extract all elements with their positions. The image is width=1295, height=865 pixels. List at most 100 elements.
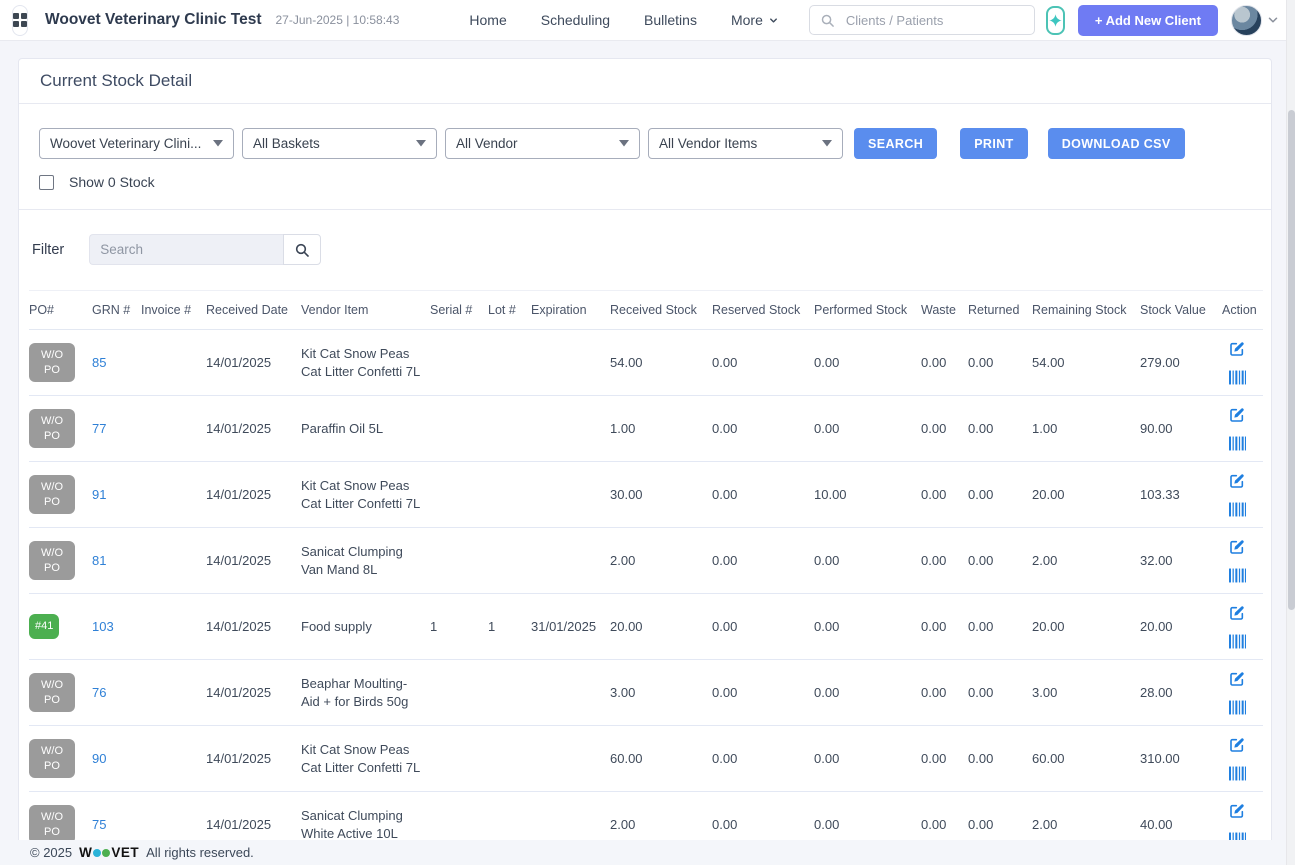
lot-cell [488, 462, 531, 528]
barcode-button[interactable] [1229, 634, 1246, 649]
po-badge: W/O PO [29, 475, 75, 514]
returned-cell: 0.00 [968, 726, 1032, 792]
expiration-cell [531, 396, 610, 462]
user-menu-chevron[interactable] [1266, 13, 1280, 27]
chevron-down-icon [768, 15, 779, 26]
user-avatar[interactable] [1231, 5, 1262, 36]
edit-button[interactable] [1229, 671, 1245, 687]
barcode-button[interactable] [1229, 766, 1246, 781]
remaining-stock-cell: 20.00 [1032, 594, 1140, 660]
vendor-items-select[interactable]: All Vendor Items [648, 128, 843, 159]
app-header: Woovet Veterinary Clinic Test 27-Jun-202… [0, 0, 1295, 41]
edit-icon [1229, 407, 1245, 423]
po-badge: W/O PO [29, 541, 75, 580]
show-zero-stock-label: Show 0 Stock [69, 174, 155, 190]
edit-button[interactable] [1229, 407, 1245, 423]
vendor-item-cell: Kit Cat Snow Peas Cat Litter Confetti 7L [301, 726, 430, 792]
waste-cell: 0.00 [921, 594, 968, 660]
sparkle-button[interactable] [1046, 6, 1065, 35]
clinic-select[interactable]: Woovet Veterinary Clini... [39, 128, 234, 159]
edit-icon [1229, 473, 1245, 489]
remaining-stock-cell: 60.00 [1032, 726, 1140, 792]
received-date-cell: 14/01/2025 [206, 594, 301, 660]
table-row: W/O PO 81 14/01/2025 Sanicat Clumping Va… [29, 528, 1263, 594]
filter-label: Filter [32, 242, 64, 258]
show-zero-stock-checkbox[interactable] [39, 175, 54, 190]
stock-value-cell: 310.00 [1140, 726, 1222, 792]
edit-icon [1229, 671, 1245, 687]
invoice-cell [141, 528, 206, 594]
show-zero-stock-toggle[interactable]: Show 0 Stock [39, 174, 155, 190]
grn-link[interactable]: 85 [92, 355, 106, 370]
vendor-item-cell: Paraffin Oil 5L [301, 396, 430, 462]
vertical-scrollbar[interactable] [1286, 0, 1295, 865]
header-datetime: 27-Jun-2025 | 10:58:43 [276, 13, 400, 27]
performed-stock-cell: 10.00 [814, 462, 921, 528]
add-new-client-button[interactable]: + Add New Client [1078, 5, 1218, 36]
barcode-button[interactable] [1229, 700, 1246, 715]
clients-patients-search[interactable] [809, 5, 1035, 35]
baskets-select[interactable]: All Baskets [242, 128, 437, 159]
search-button[interactable]: SEARCH [854, 128, 937, 159]
table-row: W/O PO 90 14/01/2025 Kit Cat Snow Peas C… [29, 726, 1263, 792]
edit-button[interactable] [1229, 737, 1245, 753]
received-date-cell: 14/01/2025 [206, 726, 301, 792]
grn-link[interactable]: 90 [92, 751, 106, 766]
grn-link[interactable]: 76 [92, 685, 106, 700]
grn-link[interactable]: 77 [92, 421, 106, 436]
logo-dot-green [102, 849, 110, 857]
print-button[interactable]: PRINT [960, 128, 1028, 159]
performed-stock-cell: 0.00 [814, 396, 921, 462]
scrollbar-thumb[interactable] [1288, 110, 1295, 610]
column-header: Lot # [488, 291, 531, 330]
serial-cell: 1 [430, 594, 488, 660]
edit-button[interactable] [1229, 605, 1245, 621]
edit-icon [1229, 539, 1245, 555]
barcode-button[interactable] [1229, 370, 1246, 385]
grn-link[interactable]: 103 [92, 619, 114, 634]
barcode-button[interactable] [1229, 502, 1246, 517]
invoice-cell [141, 462, 206, 528]
expiration-cell [531, 330, 610, 396]
stock-table: PO#GRN #Invoice #Received DateVendor Ite… [29, 290, 1263, 848]
received-stock-cell: 3.00 [610, 660, 712, 726]
serial-cell [430, 660, 488, 726]
column-header: Received Date [206, 291, 301, 330]
grn-link[interactable]: 75 [92, 817, 106, 832]
apps-menu-button[interactable] [12, 5, 28, 36]
edit-button[interactable] [1229, 341, 1245, 357]
column-header: Expiration [531, 291, 610, 330]
grn-link[interactable]: 81 [92, 553, 106, 568]
nav-item-bulletins[interactable]: Bulletins [644, 12, 697, 28]
edit-button[interactable] [1229, 473, 1245, 489]
column-header: Waste [921, 291, 968, 330]
table-filter-input[interactable] [89, 234, 283, 265]
barcode-button[interactable] [1229, 568, 1246, 583]
column-header: Returned [968, 291, 1032, 330]
returned-cell: 0.00 [968, 528, 1032, 594]
page-title: Current Stock Detail [40, 71, 1250, 91]
remaining-stock-cell: 3.00 [1032, 660, 1140, 726]
remaining-stock-cell: 1.00 [1032, 396, 1140, 462]
column-header: GRN # [92, 291, 141, 330]
vendor-select[interactable]: All Vendor [445, 128, 640, 159]
waste-cell: 0.00 [921, 462, 968, 528]
barcode-button[interactable] [1229, 436, 1246, 451]
vendor-item-cell: Beaphar Moulting-Aid + for Birds 50g [301, 660, 430, 726]
performed-stock-cell: 0.00 [814, 660, 921, 726]
clients-patients-search-input[interactable] [844, 12, 1024, 29]
column-header: Remaining Stock [1032, 291, 1140, 330]
received-stock-cell: 1.00 [610, 396, 712, 462]
edit-button[interactable] [1229, 539, 1245, 555]
edit-button[interactable] [1229, 803, 1245, 819]
grn-link[interactable]: 91 [92, 487, 106, 502]
table-filter-search-button[interactable] [283, 234, 321, 265]
received-date-cell: 14/01/2025 [206, 462, 301, 528]
nav-item-scheduling[interactable]: Scheduling [541, 12, 610, 28]
filters-section: Woovet Veterinary Clini... All Baskets A… [19, 104, 1271, 210]
received-date-cell: 14/01/2025 [206, 330, 301, 396]
reserved-stock-cell: 0.00 [712, 396, 814, 462]
nav-item-more[interactable]: More [731, 12, 779, 28]
download-csv-button[interactable]: DOWNLOAD CSV [1048, 128, 1185, 159]
nav-item-home[interactable]: Home [469, 12, 506, 28]
